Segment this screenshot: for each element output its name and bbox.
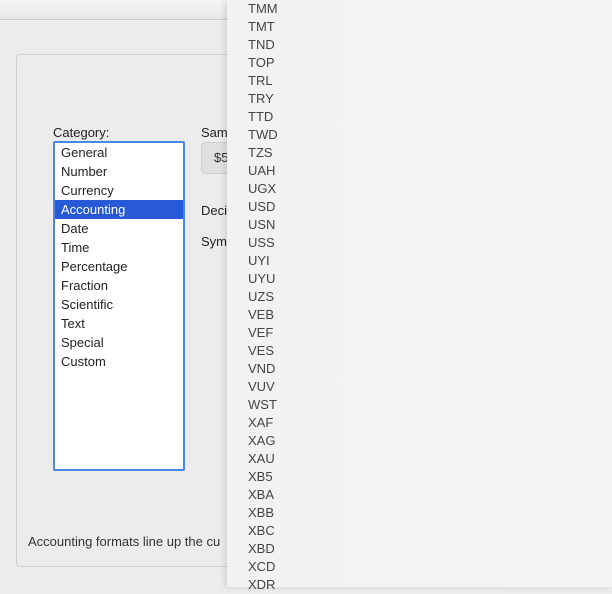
currency-option[interactable]: UAH [248, 162, 612, 180]
currency-option[interactable]: TOP [248, 54, 612, 72]
currency-option[interactable]: WST [248, 396, 612, 414]
category-item[interactable]: Accounting [55, 200, 183, 219]
currency-option[interactable]: TND [248, 36, 612, 54]
category-item[interactable]: Time [55, 238, 183, 257]
currency-option[interactable]: TWD [248, 126, 612, 144]
category-item[interactable]: Currency [55, 181, 183, 200]
category-item[interactable]: General [55, 143, 183, 162]
currency-option[interactable]: TRL [248, 72, 612, 90]
currency-option[interactable]: TMT [248, 18, 612, 36]
currency-option[interactable]: XAU [248, 450, 612, 468]
category-item[interactable]: Number [55, 162, 183, 181]
currency-option[interactable]: XB5 [248, 468, 612, 486]
category-item[interactable]: Special [55, 333, 183, 352]
currency-option[interactable]: XAG [248, 432, 612, 450]
category-item[interactable]: Percentage [55, 257, 183, 276]
currency-option[interactable]: UYU [248, 270, 612, 288]
category-item[interactable]: Scientific [55, 295, 183, 314]
currency-option[interactable]: XDR [248, 576, 612, 594]
currency-option[interactable]: VND [248, 360, 612, 378]
category-item[interactable]: Custom [55, 352, 183, 371]
currency-option[interactable]: USD [248, 198, 612, 216]
currency-option[interactable]: XBB [248, 504, 612, 522]
currency-option[interactable]: UGX [248, 180, 612, 198]
currency-symbol-dropdown[interactable]: TMMTMTTNDTOPTRLTRYTTDTWDTZSUAHUGXUSDUSNU… [227, 0, 612, 587]
currency-option[interactable]: XBC [248, 522, 612, 540]
category-item[interactable]: Text [55, 314, 183, 333]
currency-option[interactable]: UYI [248, 252, 612, 270]
currency-option[interactable]: VEB [248, 306, 612, 324]
category-label: Category: [53, 125, 109, 140]
currency-option[interactable]: TMM [248, 0, 612, 18]
currency-option[interactable]: TTD [248, 108, 612, 126]
currency-option[interactable]: TZS [248, 144, 612, 162]
category-item[interactable]: Fraction [55, 276, 183, 295]
currency-option[interactable]: XBA [248, 486, 612, 504]
currency-option[interactable]: VUV [248, 378, 612, 396]
currency-option[interactable]: USN [248, 216, 612, 234]
category-description: Accounting formats line up the cu [28, 534, 220, 549]
category-listbox[interactable]: GeneralNumberCurrencyAccountingDateTimeP… [53, 141, 185, 471]
currency-option[interactable]: XBD [248, 540, 612, 558]
category-item[interactable]: Date [55, 219, 183, 238]
currency-option[interactable]: VES [248, 342, 612, 360]
currency-option[interactable]: XAF [248, 414, 612, 432]
currency-option[interactable]: UZS [248, 288, 612, 306]
currency-option[interactable]: VEF [248, 324, 612, 342]
currency-option[interactable]: XCD [248, 558, 612, 576]
currency-option[interactable]: USS [248, 234, 612, 252]
currency-option[interactable]: TRY [248, 90, 612, 108]
